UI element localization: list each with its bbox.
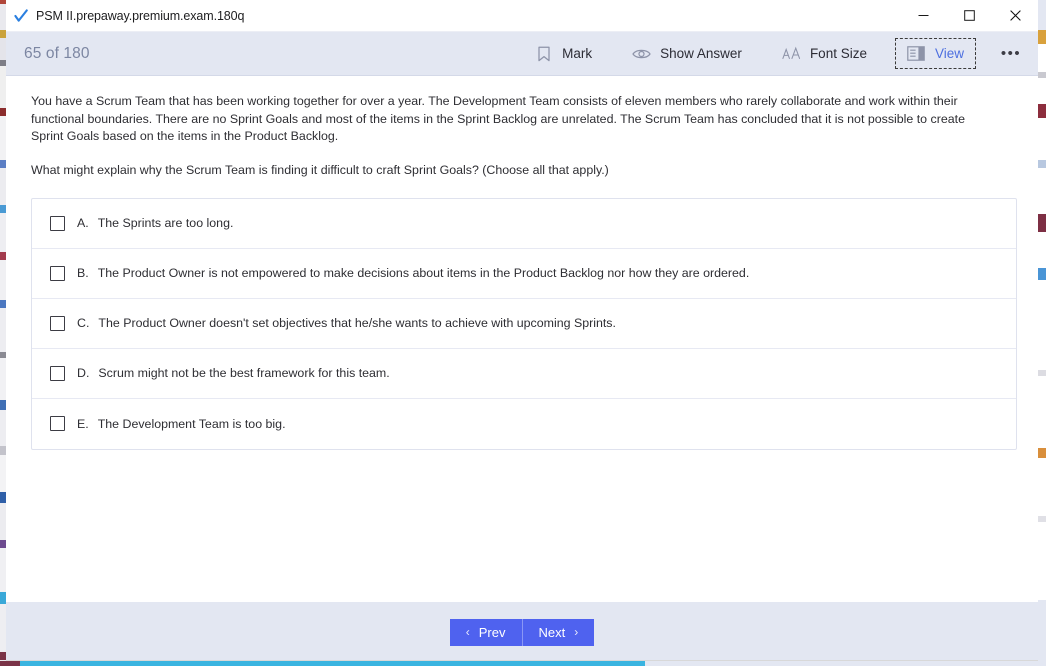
checkbox-d[interactable] (50, 365, 65, 381)
question-stem-text: You have a Scrum Team that has been work… (31, 94, 965, 143)
eye-icon (632, 44, 651, 63)
next-button[interactable]: Next › (522, 618, 595, 646)
chevron-left-icon: ‹ (465, 625, 470, 639)
checkbox-c[interactable] (50, 315, 65, 331)
more-options-button[interactable]: ••• (994, 39, 1028, 69)
bookmark-icon (534, 44, 553, 63)
answer-option-b[interactable]: B. The Product Owner is not empowered to… (32, 249, 1016, 299)
option-text-c: The Product Owner doesn't set objectives… (98, 316, 616, 330)
layout-panel-icon (907, 44, 926, 63)
mark-button[interactable]: Mark (523, 39, 603, 68)
option-text-a: The Sprints are too long. (97, 216, 234, 230)
navigation-footer: ‹ Prev Next › (6, 602, 1038, 660)
window-controls (900, 0, 1038, 31)
minimize-button[interactable] (900, 0, 946, 31)
font-size-label: Font Size (809, 46, 867, 61)
show-answer-label: Show Answer (660, 46, 742, 61)
option-text-e: The Development Team is too big. (97, 416, 286, 431)
background-bottom-strip (0, 661, 1046, 666)
prev-label: Prev (478, 624, 506, 640)
show-answer-button[interactable]: Show Answer (621, 39, 753, 68)
option-letter-a: A. (77, 216, 89, 230)
window-title: PSM II.prepaway.premium.exam.180q (36, 8, 245, 23)
title-bar: PSM II.prepaway.premium.exam.180q (6, 0, 1038, 32)
checkbox-e[interactable] (50, 416, 65, 431)
checkbox-a[interactable] (50, 215, 65, 231)
question-progress-label: 65 of 180 (24, 44, 90, 62)
close-button[interactable] (992, 0, 1038, 31)
option-letter-b: B. (77, 266, 89, 280)
background-right-sliver (1038, 0, 1046, 666)
question-prompt-text: What might explain why the Scrum Team is… (31, 162, 609, 177)
exam-simulator-window: PSM II.prepaway.premium.exam.180q 65 of … (6, 0, 1038, 660)
question-content-area: You have a Scrum Team that has been work… (6, 76, 1038, 602)
nav-button-group: ‹ Prev Next › (449, 618, 595, 646)
answer-option-d[interactable]: D. Scrum might not be the best framework… (32, 349, 1016, 399)
answer-option-c[interactable]: C. The Product Owner doesn't set objecti… (32, 299, 1016, 349)
answer-option-e[interactable]: E. The Development Team is too big. (32, 399, 1016, 449)
next-label: Next (538, 624, 566, 640)
option-letter-d: D. (77, 366, 90, 380)
option-text-b: The Product Owner is not empowered to ma… (97, 266, 750, 280)
option-text-d: Scrum might not be the best framework fo… (98, 366, 390, 380)
chevron-right-icon: › (574, 625, 579, 639)
exam-toolbar: 65 of 180 Mark Show Answer Font Size Vie… (6, 32, 1038, 76)
view-label: View (934, 46, 964, 61)
prev-button[interactable]: ‹ Prev (449, 618, 523, 646)
font-size-button[interactable]: Font Size (771, 39, 878, 68)
checkbox-b[interactable] (50, 265, 65, 281)
checkmark-icon (12, 7, 29, 24)
toolbar-actions: Mark Show Answer Font Size View ••• (514, 32, 1038, 75)
mark-label: Mark (562, 46, 593, 61)
maximize-button[interactable] (946, 0, 992, 31)
view-button[interactable]: View (894, 38, 977, 69)
font-size-icon (782, 44, 801, 63)
option-letter-c: C. (77, 316, 90, 330)
option-letter-e: E. (77, 416, 89, 431)
answer-option-a[interactable]: A. The Sprints are too long. (32, 199, 1016, 249)
answer-options-list: A. The Sprints are too long. B. The Prod… (31, 197, 1017, 450)
